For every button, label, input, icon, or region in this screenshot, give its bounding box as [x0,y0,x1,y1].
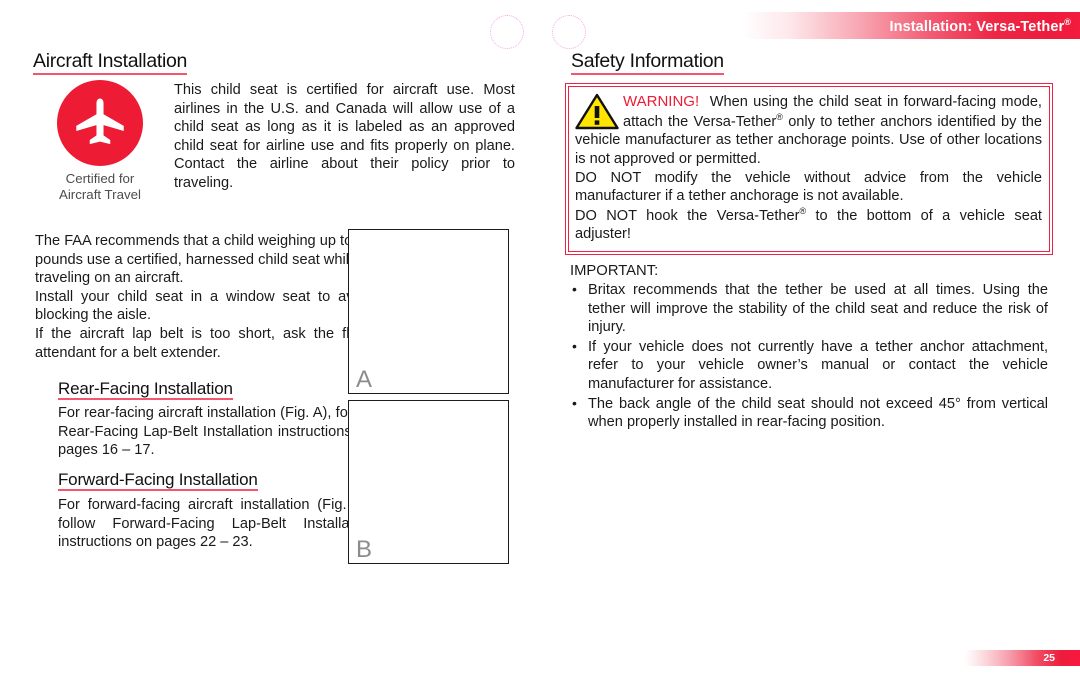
faa-paragraph-1: The FAA recommends that a child weighing… [35,233,373,287]
running-header-title: Installation: Versa-Tether® [889,17,1071,35]
footer-page-bar: 25 [965,650,1080,666]
certified-badge-caption-line2: Aircraft Travel [58,187,141,203]
running-header-bar: Installation: Versa-Tether® [742,12,1080,39]
certified-badge-caption-line1: Certified for [65,171,135,186]
figure-a-image-placeholder: A [348,229,509,394]
forward-facing-heading-wrap: Forward-Facing Installation [58,471,258,491]
warning-paragraph-3: DO NOT hook the Versa-Tether® to the bot… [575,206,1042,244]
running-header-title-text: Installation: Versa-Tether [889,18,1065,35]
punch-hole-marker-right [552,15,586,49]
forward-facing-installation-body: For forward-facing aircraft installation… [58,497,373,551]
warning-callout-box: WARNING! When using the child seat in fo… [565,82,1053,256]
faa-paragraph-3: If the aircraft lap belt is too short, a… [35,325,373,361]
rear-facing-installation-heading: Rear-Facing Installation [58,379,233,400]
warning-label: WARNING! [623,93,700,110]
forward-facing-installation-heading: Forward-Facing Installation [58,470,258,491]
aircraft-intro-paragraph: This child seat is certified for aircraf… [174,82,515,191]
list-item: If your vehicle does not currently have … [570,338,1048,394]
warning-paragraph-2: DO NOT modify the vehicle without advice… [575,169,1042,205]
faa-paragraph-2: Install your child seat in a window seat… [35,288,373,324]
registered-trademark-symbol: ® [1064,16,1071,27]
rear-facing-heading-wrap: Rear-Facing Installation [58,380,233,400]
figure-a-label: A [356,366,373,393]
important-bullet-list: Britax recommends that the tether be use… [570,281,1048,432]
rear-facing-installation-body: For rear-facing aircraft installation (F… [58,405,373,459]
safety-information-heading: Safety Information [571,51,724,75]
warning-triangle-icon [575,93,619,130]
page-title-aircraft-installation: Aircraft Installation [33,51,187,75]
certified-badge-caption: Certified for Aircraft Travel [30,171,170,203]
page-number: 25 [1043,651,1055,664]
warning-paragraph-3-part1: DO NOT hook the Versa-Tether [575,207,800,224]
list-item: The back angle of the child seat should … [570,395,1048,432]
important-notes-block: IMPORTANT: Britax recommends that the te… [570,262,1048,433]
warning-paragraph-1: WARNING! When using the child seat in fo… [575,92,1042,169]
aircraft-intro-row: Certified for Aircraft Travel This child… [30,78,515,203]
faa-recommendations-block: The FAA recommends that a child weighing… [35,232,373,362]
warning-text-body: WARNING! When using the child seat in fo… [575,92,1042,244]
airplane-icon [57,80,143,166]
list-item: Britax recommends that the tether be use… [570,281,1048,337]
figure-b-image-placeholder: B [348,400,509,564]
certified-aircraft-badge: Certified for Aircraft Travel [30,78,170,203]
punch-hole-marker-left [490,15,524,49]
warning-registered-mark-1: ® [776,111,783,122]
important-label: IMPORTANT: [570,263,659,279]
figure-b-label: B [356,536,373,563]
aircraft-installation-heading-wrap: Aircraft Installation [33,51,187,75]
safety-information-heading-wrap: Safety Information [571,51,724,75]
